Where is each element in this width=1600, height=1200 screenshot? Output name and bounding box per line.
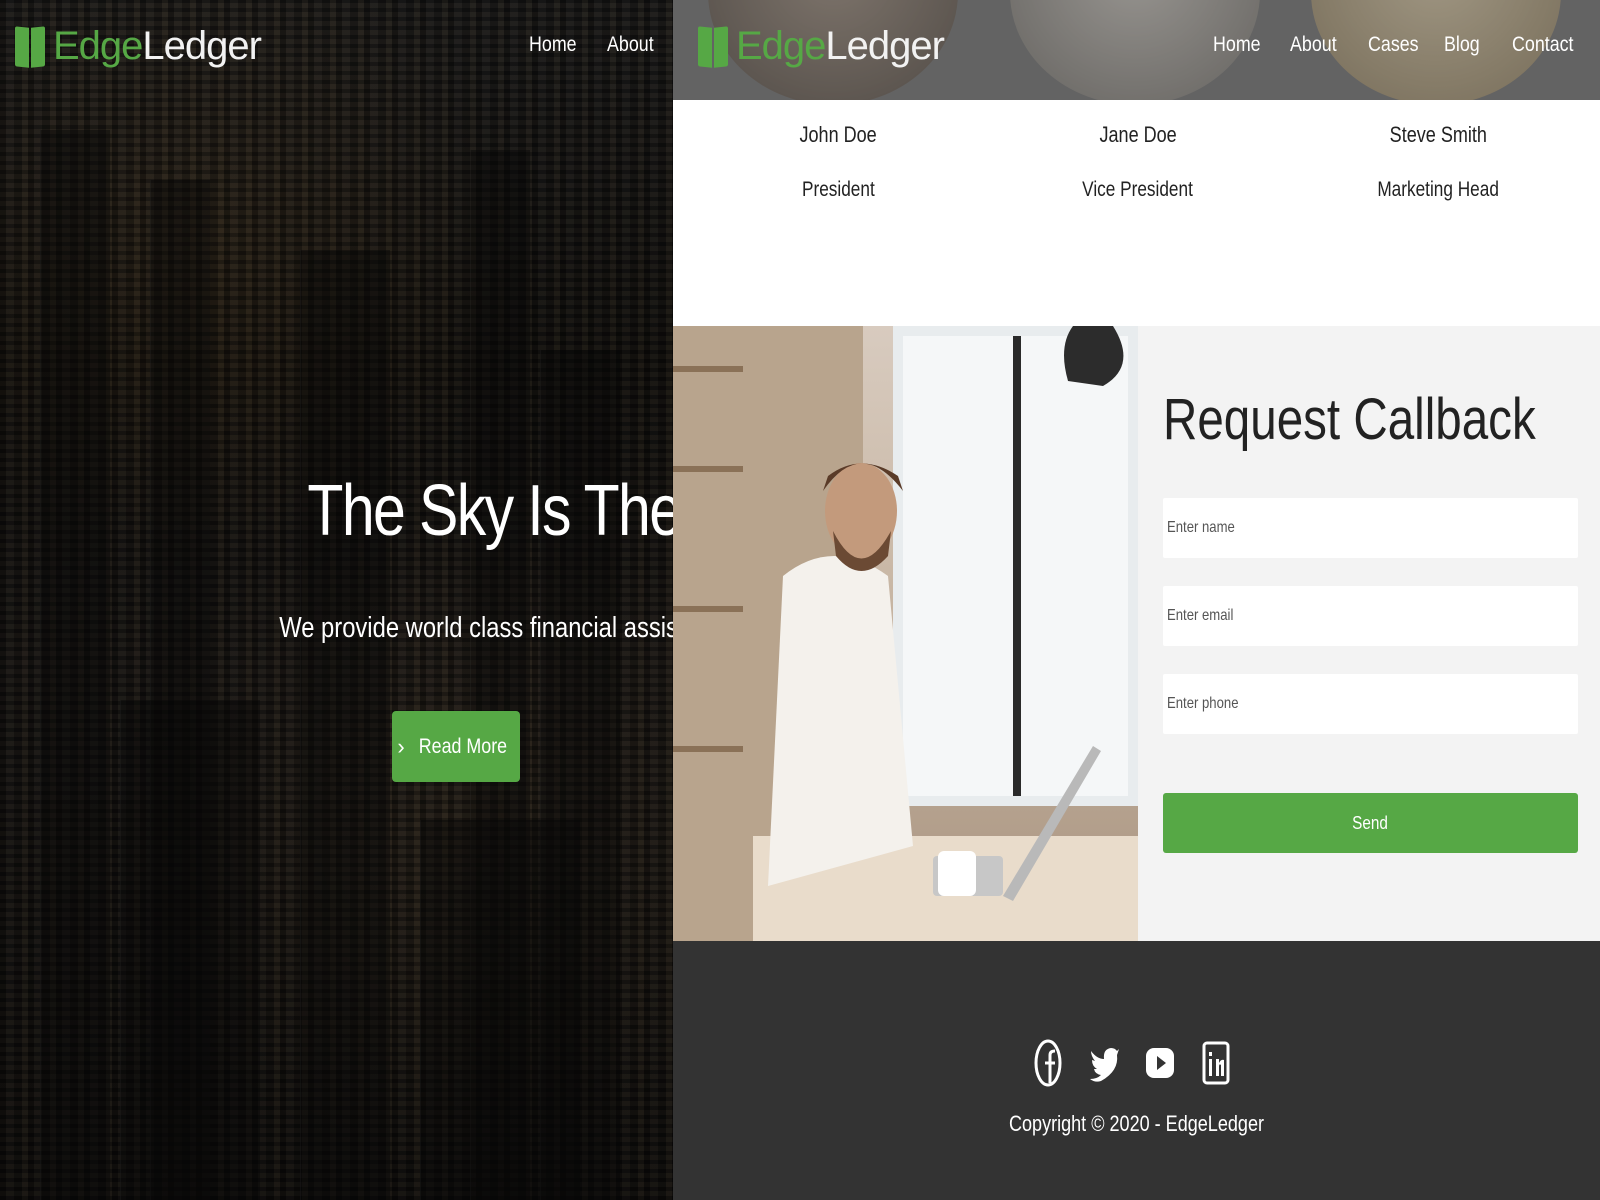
chevron-right-icon: ›	[397, 733, 405, 759]
read-more-button[interactable]: › Read More	[392, 711, 520, 782]
top-navbar: Edge Ledger Home About	[0, 0, 673, 95]
logo[interactable]: Edge Ledger	[15, 24, 262, 69]
book-icon	[15, 25, 45, 68]
email-input[interactable]: Enter email	[1163, 586, 1578, 646]
nav-link-home[interactable]: Home	[1213, 33, 1261, 57]
logo-text-edge: Edge	[736, 24, 826, 68]
team-member-role: President	[801, 178, 875, 201]
linkedin-icon[interactable]	[1201, 1038, 1231, 1088]
send-label: Send	[1352, 812, 1389, 833]
youtube-icon[interactable]	[1145, 1038, 1175, 1088]
hero-section: EdgeLedger Home About The Sky Is The Lim…	[0, 0, 673, 1200]
team-member-role: Marketing Head	[1377, 178, 1499, 201]
team-member-card: Jane Doe Vice President	[1038, 122, 1238, 202]
team-member-name: Steve Smith	[1389, 122, 1487, 147]
book-icon	[698, 25, 728, 68]
team-member-role: Vice President	[1082, 178, 1194, 201]
team-member-card: Steve Smith Marketing Head	[1338, 122, 1538, 202]
logo-text-edge: Edge	[53, 24, 143, 68]
email-placeholder: Enter email	[1167, 607, 1234, 624]
hero-title: The Sky Is The Limit	[307, 471, 673, 551]
facebook-icon[interactable]	[1033, 1038, 1063, 1088]
team-member-card: John Doe President	[738, 122, 938, 202]
office-photo-illustration	[673, 326, 1138, 941]
footer: Copyright © 2020 - EdgeLedger	[673, 941, 1600, 1200]
phone-input[interactable]: Enter phone	[1163, 674, 1578, 734]
hero-overlay	[0, 0, 673, 1200]
hero-subtitle: We provide world class financial assista…	[279, 612, 673, 644]
logo-text-ledger: Ledger	[142, 24, 262, 68]
nav-link-about[interactable]: About	[1290, 33, 1337, 57]
copyright-text: Copyright © 2020 - EdgeLedger	[673, 1111, 1600, 1137]
callback-form: Request Callback Enter name Enter email …	[1138, 326, 1600, 941]
nav-link-about[interactable]: About	[607, 33, 654, 57]
office-photo	[673, 326, 1138, 941]
name-input[interactable]: Enter name	[1163, 498, 1578, 558]
nav-link-cases[interactable]: Cases	[1368, 33, 1419, 57]
nav-link-home[interactable]: Home	[529, 33, 577, 57]
twitter-icon[interactable]	[1089, 1038, 1119, 1088]
read-more-label: Read More	[418, 734, 507, 758]
logo-text-ledger: Ledger	[825, 24, 945, 68]
nav-link-contact[interactable]: Contact	[1512, 33, 1574, 57]
social-links	[1033, 1038, 1231, 1088]
team-member-name: Jane Doe	[1099, 122, 1177, 147]
top-navbar: Edge Ledger Home About Cases Blog Contact	[673, 0, 1600, 100]
copyright-label: Copyright © 2020 - EdgeLedger	[1009, 1111, 1264, 1136]
team-member-name: John Doe	[799, 122, 877, 147]
callback-title: Request Callback	[1163, 387, 1536, 452]
logo[interactable]: Edge Ledger	[698, 24, 945, 69]
phone-placeholder: Enter phone	[1167, 695, 1239, 712]
send-button[interactable]: Send	[1163, 793, 1578, 853]
name-placeholder: Enter name	[1167, 519, 1235, 536]
right-page: Edge Ledger Home About Cases Blog Contact…	[673, 0, 1600, 1200]
nav-link-blog[interactable]: Blog	[1444, 33, 1480, 57]
